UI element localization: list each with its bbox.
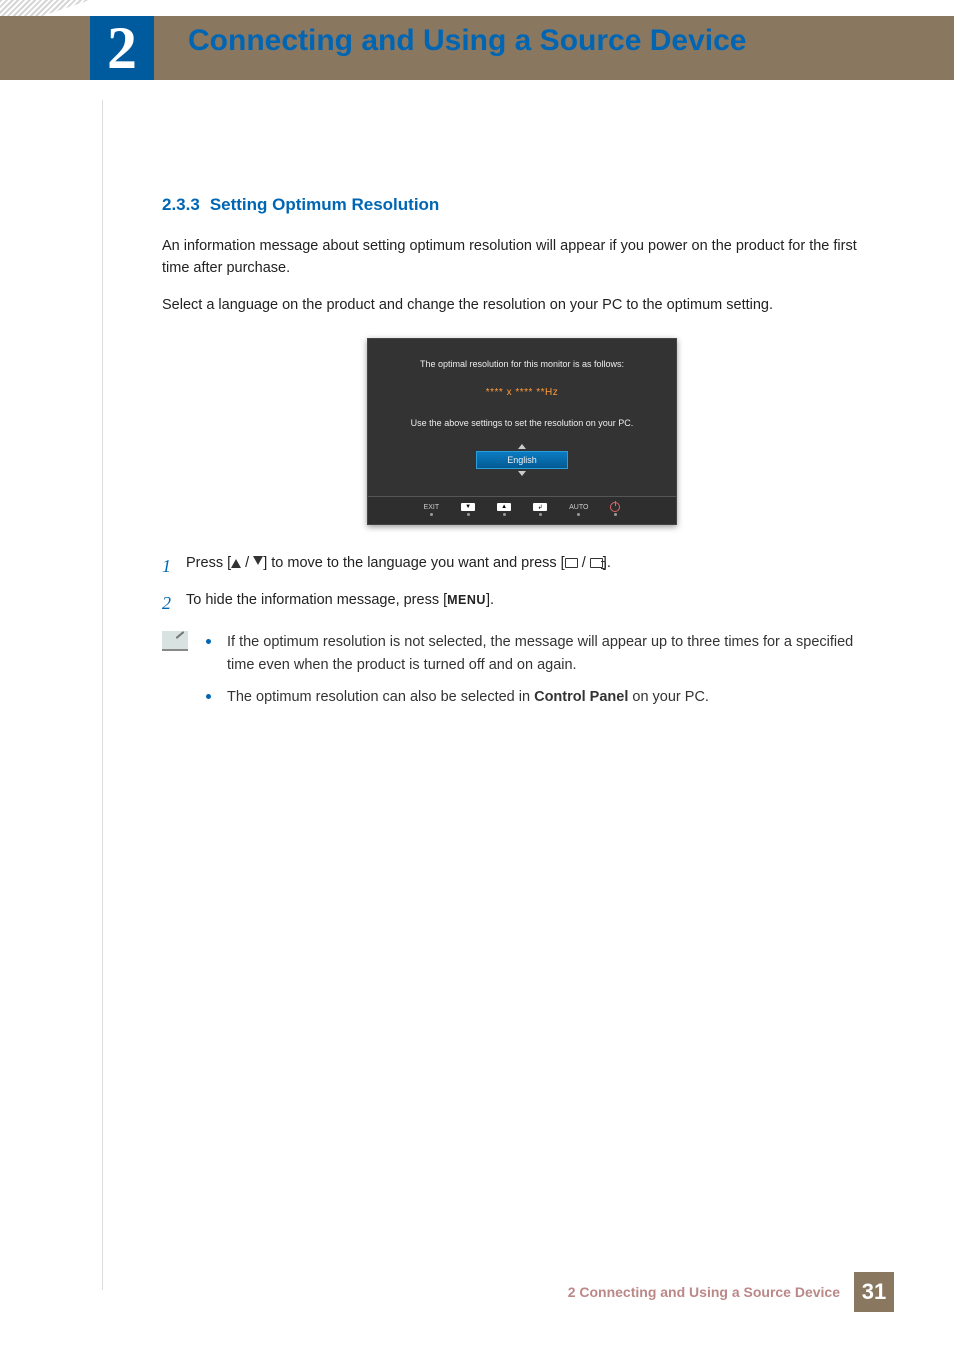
osd-exit-button: EXIT: [424, 503, 440, 516]
triangle-up-icon: [231, 559, 241, 568]
osd-message-1: The optimal resolution for this monitor …: [368, 359, 676, 369]
intro-paragraph-1: An information message about setting opt…: [162, 235, 882, 280]
osd-screenshot: The optimal resolution for this monitor …: [162, 338, 882, 525]
power-icon: [610, 502, 620, 512]
note-bullet-2: The optimum resolution can also be selec…: [206, 686, 882, 708]
osd-panel: The optimal resolution for this monitor …: [367, 338, 677, 525]
note-2-text-b: on your PC.: [628, 689, 709, 705]
step-1-slash: /: [241, 555, 253, 571]
rect-icon-2: [590, 558, 603, 568]
note-2-bold: Control Panel: [534, 689, 628, 705]
menu-label: MENU: [447, 593, 486, 607]
steps-list: 1 Press [ / ] to move to the language yo…: [162, 553, 882, 617]
note-icon: [162, 631, 188, 651]
chapter-number-badge: 2: [90, 16, 154, 80]
footer-chapter-text: 2 Connecting and Using a Source Device: [568, 1284, 840, 1300]
osd-down-button: ▼: [461, 503, 475, 516]
bullet-dot-icon: [206, 639, 211, 644]
osd-power-button: [610, 503, 620, 516]
step-number-1: 1: [162, 553, 186, 580]
rect-icon-1: [565, 558, 578, 568]
step-1-text-b: ] to move to the language you want and p…: [263, 555, 564, 571]
triangle-down-icon: [253, 556, 263, 565]
osd-button-row: EXIT ▼ ▲ ↲ AUTO: [368, 496, 676, 524]
section-number: 2.3.3: [162, 195, 200, 214]
chevron-down-icon: [518, 471, 526, 476]
osd-resolution: **** x **** **Hz: [368, 387, 676, 398]
step-2: 2 To hide the information message, press…: [162, 590, 882, 617]
osd-language-selector: English: [368, 444, 676, 476]
step-number-2: 2: [162, 590, 186, 617]
section-title: Setting Optimum Resolution: [210, 195, 440, 214]
osd-up-button: ▲: [497, 503, 511, 516]
side-rule: [102, 100, 103, 1290]
note-bullet-1: If the optimum resolution is not selecte…: [206, 631, 882, 676]
osd-enter-button: ↲: [533, 503, 547, 516]
page-content: 2.3.3 Setting Optimum Resolution An infor…: [162, 195, 882, 719]
note-bullets: If the optimum resolution is not selecte…: [206, 631, 882, 718]
step-1-slash2: /: [578, 555, 590, 571]
section-heading: 2.3.3 Setting Optimum Resolution: [162, 195, 882, 215]
note-block: If the optimum resolution is not selecte…: [162, 631, 882, 718]
intro-paragraph-2: Select a language on the product and cha…: [162, 294, 882, 316]
step-2-text-b: ].: [486, 592, 494, 608]
osd-message-2: Use the above settings to set the resolu…: [368, 418, 676, 428]
page-footer: 2 Connecting and Using a Source Device 3…: [568, 1272, 894, 1312]
bullet-dot-icon: [206, 694, 211, 699]
step-1: 1 Press [ / ] to move to the language yo…: [162, 553, 882, 580]
osd-auto-button: AUTO: [569, 503, 588, 516]
note-1-text: If the optimum resolution is not selecte…: [227, 631, 882, 676]
step-1-text-a: Press [: [186, 555, 231, 571]
chevron-up-icon: [518, 444, 526, 449]
step-2-text-a: To hide the information message, press [: [186, 592, 447, 608]
page-number-badge: 31: [854, 1272, 894, 1312]
chapter-title: Connecting and Using a Source Device: [188, 24, 746, 58]
note-2-text-a: The optimum resolution can also be selec…: [227, 689, 534, 705]
osd-language-value: English: [476, 451, 568, 469]
